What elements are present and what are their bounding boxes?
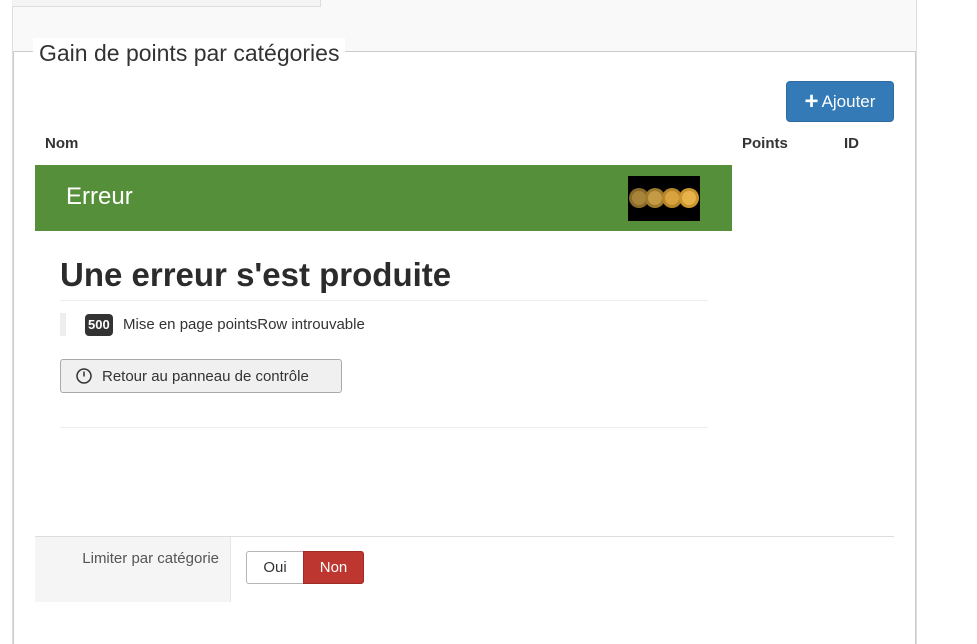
form-label-cell: Limiter par catégorie: [35, 537, 231, 602]
power-icon: [76, 368, 92, 384]
back-button-label: Retour au panneau de contrôle: [102, 367, 309, 385]
divider: [60, 300, 708, 301]
coins-logo: [628, 176, 700, 221]
back-to-dashboard-button[interactable]: Retour au panneau de contrôle: [60, 359, 342, 393]
error-banner-title: Erreur: [66, 183, 133, 210]
limit-by-category-toggle[interactable]: Oui Non: [246, 551, 364, 584]
error-heading: Une erreur s'est produite: [60, 256, 452, 293]
plus-icon: +: [804, 87, 819, 115]
toggle-option-oui[interactable]: Oui: [246, 551, 303, 584]
add-button-label: Ajouter: [821, 91, 876, 111]
blockquote-bar: [60, 313, 66, 336]
error-message: Mise en page pointsRow introuvable: [123, 316, 365, 333]
toggle-option-non[interactable]: Non: [303, 551, 364, 584]
column-header-points[interactable]: Points: [742, 135, 788, 152]
column-header-id[interactable]: ID: [844, 135, 859, 152]
divider: [60, 427, 708, 428]
add-button[interactable]: + Ajouter: [786, 81, 894, 122]
column-header-name[interactable]: Nom: [45, 135, 78, 152]
limit-by-category-label: Limiter par catégorie: [82, 550, 219, 567]
error-banner: Erreur: [35, 165, 732, 231]
top-tab: [12, 0, 321, 7]
fieldset-legend: Gain de points par catégories: [33, 38, 346, 68]
error-code-badge: 500: [85, 314, 113, 336]
